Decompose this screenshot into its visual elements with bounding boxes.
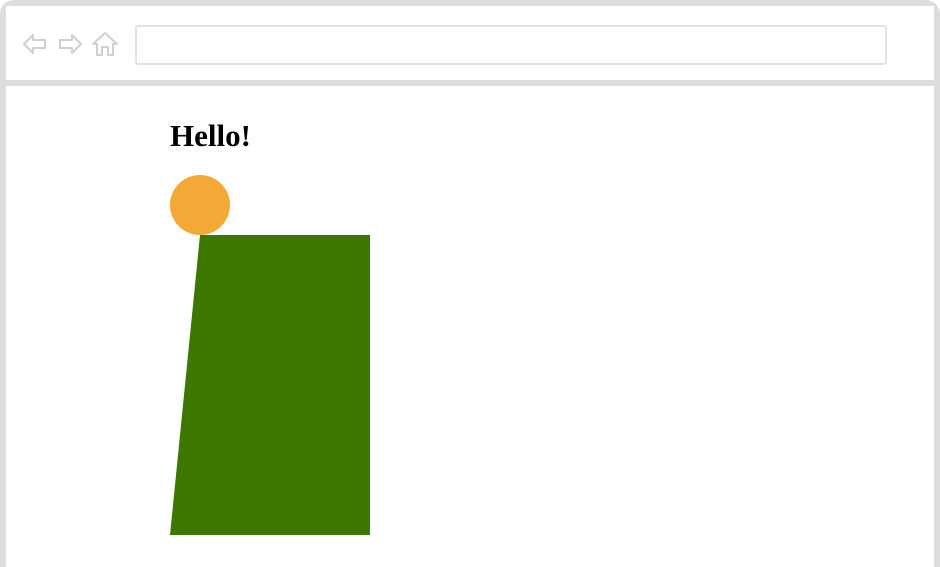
back-button[interactable] <box>21 30 49 58</box>
page-heading: Hello! <box>170 118 251 153</box>
forward-button[interactable] <box>56 30 84 58</box>
arrow-left-icon <box>23 34 46 54</box>
page-viewport: Hello! <box>6 86 934 567</box>
orange-circle <box>170 175 230 235</box>
address-bar[interactable] <box>135 25 887 65</box>
browser-window: Hello! <box>0 0 940 567</box>
arrow-right-icon <box>59 34 82 54</box>
green-trapezoid <box>170 235 370 535</box>
home-button[interactable] <box>91 30 119 58</box>
home-icon <box>92 32 118 56</box>
browser-toolbar <box>6 6 934 86</box>
